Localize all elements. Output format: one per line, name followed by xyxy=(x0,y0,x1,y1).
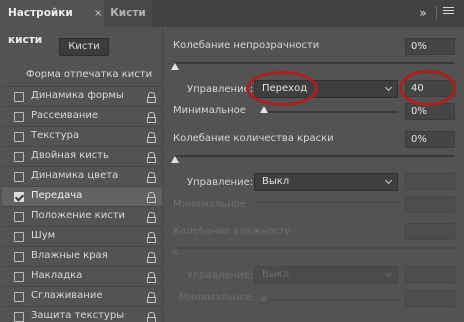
wetness-minimum-slider-track xyxy=(264,299,398,301)
brush-tip-shape-item[interactable]: Форма отпечатка кисти xyxy=(2,66,162,86)
list-item[interactable]: Рассеивание xyxy=(2,106,162,126)
list-item-label: Влажные края xyxy=(31,250,108,261)
chevron-down-icon xyxy=(384,83,393,92)
opacity-jitter-slider-thumb[interactable] xyxy=(171,63,179,70)
list-item[interactable]: Накладка xyxy=(2,266,162,286)
panel-menu-icon[interactable] xyxy=(443,7,454,18)
wetness-minimum-field xyxy=(405,290,455,307)
wetness-jitter-field xyxy=(405,223,455,240)
column-divider xyxy=(162,27,163,322)
brush-tip-shape-label: Форма отпечатка кисти xyxy=(26,69,153,80)
wetness-jitter-slider-thumb xyxy=(171,248,179,255)
annotation-circle xyxy=(399,70,456,106)
checkbox[interactable] xyxy=(14,172,24,182)
chevron-down-icon xyxy=(384,269,393,278)
list-item[interactable]: Защита текстуры xyxy=(2,306,162,322)
opacity-minimum-slider-thumb[interactable] xyxy=(260,106,268,113)
list-item-label: Защита текстуры xyxy=(31,310,125,321)
checkbox[interactable] xyxy=(14,152,24,162)
tab-bar: Настройки кисти × Кисти » xyxy=(0,0,464,46)
wetness-minimum-slider-thumb xyxy=(260,294,268,301)
checkbox[interactable] xyxy=(14,212,24,222)
lock-icon[interactable] xyxy=(147,152,156,163)
brushes-presets-button[interactable]: Кисти xyxy=(59,38,109,56)
wetness-control-value: Выкл xyxy=(262,269,290,280)
brush-settings-list: Форма отпечатка кисти Динамика формы Рас… xyxy=(2,66,162,322)
tabbar-divider xyxy=(436,6,437,20)
wetness-control-label: Управление: xyxy=(187,270,254,281)
list-item-label: Накладка xyxy=(31,270,83,281)
lock-icon[interactable] xyxy=(147,172,156,183)
list-item-selected[interactable]: Передача xyxy=(2,186,162,206)
flow-control-value: Выкл xyxy=(262,176,290,187)
checkbox-checked[interactable] xyxy=(14,192,24,202)
wetness-steps-field xyxy=(405,266,455,283)
flow-control-select[interactable]: Выкл xyxy=(254,173,398,191)
checkbox[interactable] xyxy=(14,272,24,282)
lock-icon[interactable] xyxy=(147,252,156,263)
list-item[interactable]: Влажные края xyxy=(2,246,162,266)
checkbox[interactable] xyxy=(14,292,24,302)
list-item[interactable]: Текстура xyxy=(2,126,162,146)
flow-jitter-slider-thumb[interactable] xyxy=(171,156,179,163)
flow-minimum-field xyxy=(405,196,455,213)
opacity-minimum-slider-track[interactable] xyxy=(264,111,398,113)
checkbox[interactable] xyxy=(14,232,24,242)
panel-collapse-icon[interactable]: » xyxy=(415,5,431,21)
flow-jitter-field[interactable]: 0% xyxy=(405,131,455,148)
list-item-label: Положение кисти xyxy=(31,210,126,221)
checkbox[interactable] xyxy=(14,132,24,142)
checkbox[interactable] xyxy=(14,252,24,262)
lock-icon[interactable] xyxy=(147,92,156,103)
checkbox[interactable] xyxy=(14,112,24,122)
list-item-label: Динамика формы xyxy=(31,90,124,101)
list-item-label: Сглаживание xyxy=(31,290,103,301)
lock-icon[interactable] xyxy=(147,232,156,243)
wetness-minimum-label: Минимальное xyxy=(179,292,252,303)
flow-control-label: Управление: xyxy=(187,177,254,188)
wetness-jitter-slider-track xyxy=(175,247,455,249)
opacity-control-label: Управление: xyxy=(187,84,254,95)
lock-icon[interactable] xyxy=(147,312,156,322)
list-item-label: Передача xyxy=(31,190,83,201)
list-item[interactable]: Положение кисти xyxy=(2,206,162,226)
lock-icon[interactable] xyxy=(147,272,156,283)
opacity-minimum-label: Минимальное xyxy=(173,105,246,116)
opacity-jitter-field[interactable]: 0% xyxy=(405,38,455,55)
lock-icon[interactable] xyxy=(147,292,156,303)
list-item[interactable]: Динамика цвета xyxy=(2,166,162,186)
close-icon[interactable]: × xyxy=(94,0,102,27)
list-item[interactable]: Динамика формы xyxy=(2,86,162,106)
annotation-circle xyxy=(246,71,318,106)
tab-brush-settings[interactable]: Настройки кисти × xyxy=(0,0,104,46)
wetness-control-select: Выкл xyxy=(254,266,398,284)
flow-minimum-label: Минимальное xyxy=(173,199,246,210)
flow-jitter-label: Колебание количества краски xyxy=(173,133,334,144)
flow-jitter-slider-track[interactable] xyxy=(175,155,455,157)
tab-brushes[interactable]: Кисти xyxy=(104,0,152,27)
list-item-label: Шум xyxy=(31,230,56,241)
list-item-label: Текстура xyxy=(31,130,80,141)
lock-icon[interactable] xyxy=(147,112,156,123)
list-item-label: Рассеивание xyxy=(31,110,99,121)
wetness-jitter-label: Колебание влажности xyxy=(173,226,292,237)
list-item-label: Двойная кисть xyxy=(31,150,109,161)
opacity-jitter-slider-track[interactable] xyxy=(175,62,455,64)
checkbox[interactable] xyxy=(14,312,24,322)
flow-minimum-slider-track xyxy=(255,201,398,203)
list-item[interactable]: Двойная кисть xyxy=(2,146,162,166)
list-item[interactable]: Шум xyxy=(2,226,162,246)
lock-icon[interactable] xyxy=(147,132,156,143)
lock-icon[interactable] xyxy=(147,212,156,223)
checkbox[interactable] xyxy=(14,92,24,102)
list-item-label: Динамика цвета xyxy=(31,170,119,181)
chevron-down-icon xyxy=(384,176,393,185)
lock-icon[interactable] xyxy=(147,192,156,203)
list-item[interactable]: Сглаживание xyxy=(2,286,162,306)
flow-steps-field xyxy=(405,173,455,190)
opacity-jitter-label: Колебание непрозрачности xyxy=(173,40,320,51)
